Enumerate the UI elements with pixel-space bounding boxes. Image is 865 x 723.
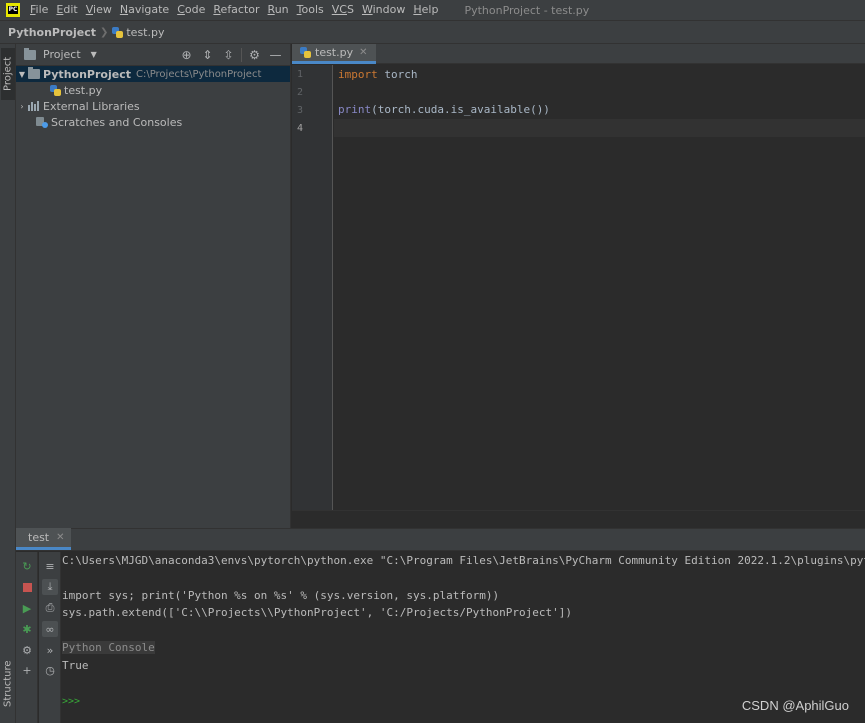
menu-refactor[interactable]: Refactor: [209, 0, 263, 20]
close-icon[interactable]: ✕: [359, 47, 367, 58]
tree-item-label: External Libraries: [43, 99, 140, 113]
tool-tab-project[interactable]: Project: [1, 48, 15, 100]
breadcrumb: PythonProject ❯ test.py: [0, 20, 865, 44]
code-line-1: import torch: [338, 68, 418, 81]
editor-tab-label: test.py: [315, 46, 354, 59]
run-icon[interactable]: ▶: [19, 600, 35, 616]
run-tool-window: test ✕ ↻ ▶ ✱ ⚙ + ≡ ⤓ ⎙ ∞ » ◷ C:\Users\MJ…: [16, 528, 865, 723]
project-tree: ▼ PythonProject C:\Projects\PythonProjec…: [16, 66, 290, 130]
run-toolbar-secondary: ≡ ⤓ ⎙ ∞ » ◷: [39, 552, 61, 723]
menu-edit[interactable]: Edit: [52, 0, 81, 20]
tool-tab-structure-label: Structure: [2, 660, 14, 708]
expand-all-icon[interactable]: ⇕: [197, 46, 218, 64]
window-title: PythonProject - test.py: [464, 3, 590, 17]
run-toolbar-primary: ↻ ▶ ✱ ⚙ +: [16, 552, 38, 723]
tree-item-project-root[interactable]: ▼ PythonProject C:\Projects\PythonProjec…: [16, 66, 290, 82]
toolbar-divider: [241, 47, 242, 62]
console-path-line: sys.path.extend(['C:\\Projects\\PythonPr…: [62, 606, 572, 619]
library-icon: [28, 101, 40, 111]
line-number: 1: [297, 69, 304, 80]
console-banner: Python Console: [62, 641, 155, 654]
chevron-right-icon[interactable]: ›: [16, 102, 28, 111]
menu-tools[interactable]: Tools: [293, 0, 328, 20]
hide-panel-icon[interactable]: —: [265, 46, 286, 64]
project-panel: Project ▼ ⊕ ⇕ ⇳ ⚙ — ▼ PythonProject C:\P…: [16, 44, 291, 528]
print-icon[interactable]: ⎙: [42, 600, 58, 616]
breadcrumb-project[interactable]: PythonProject: [8, 26, 96, 39]
line-number: 2: [297, 87, 304, 98]
add-icon[interactable]: +: [19, 662, 35, 678]
tree-item-label: test.py: [64, 83, 103, 97]
stop-icon[interactable]: [19, 579, 35, 595]
menu-help[interactable]: Help: [409, 0, 442, 20]
menu-window[interactable]: Window: [358, 0, 409, 20]
console-command-line: C:\Users\MJGD\anaconda3\envs\pytorch\pyt…: [62, 554, 865, 567]
run-tab-test[interactable]: test ✕: [16, 528, 71, 550]
execute-icon[interactable]: »: [42, 642, 58, 658]
left-tool-strip: Project Structure: [0, 44, 16, 723]
project-panel-tools: ⊕ ⇕ ⇳ ⚙ —: [176, 46, 290, 64]
console-result: True: [62, 659, 89, 672]
rerun-icon[interactable]: ↻: [19, 558, 35, 574]
console-prompt[interactable]: >>>: [62, 696, 80, 707]
menu-vcs[interactable]: VCS: [328, 0, 358, 20]
run-tab-label: test: [28, 531, 50, 544]
editor-breadcrumb-bar: [292, 510, 865, 528]
show-variables-icon[interactable]: ∞: [42, 621, 58, 637]
python-file-icon: [300, 47, 311, 58]
python-file-icon: [112, 26, 124, 38]
pycharm-logo-icon: PC: [6, 3, 20, 17]
gear-icon[interactable]: ⚙: [19, 642, 35, 658]
scroll-to-end-icon[interactable]: ⤓: [42, 579, 58, 595]
menu-run[interactable]: Run: [264, 0, 293, 20]
current-line-highlight: [334, 119, 865, 137]
debug-icon[interactable]: ✱: [19, 621, 35, 637]
breadcrumb-separator-icon: ❯: [99, 26, 109, 38]
chevron-down-icon[interactable]: ▼: [16, 70, 28, 79]
chevron-down-icon[interactable]: ▼: [91, 50, 97, 59]
line-number: 4: [297, 123, 304, 134]
code-text-area[interactable]: import torch print(torch.cuda.is_availab…: [334, 65, 865, 510]
gear-icon[interactable]: ⚙: [244, 46, 265, 64]
python-file-icon: [50, 84, 61, 96]
menu-view[interactable]: View: [82, 0, 116, 20]
project-panel-header: Project ▼ ⊕ ⇕ ⇳ ⚙ —: [16, 44, 290, 66]
menu-navigate[interactable]: Navigate: [116, 0, 173, 20]
project-view-selector[interactable]: Project: [43, 48, 81, 61]
run-tab-bar: test ✕: [16, 528, 865, 551]
scratches-icon: [36, 116, 48, 128]
collapse-all-icon[interactable]: ⇳: [218, 46, 239, 64]
tree-item-scratches[interactable]: Scratches and Consoles: [16, 114, 290, 130]
breadcrumb-file-label: test.py: [126, 25, 165, 39]
code-line-3: print(torch.cuda.is_available()): [338, 103, 550, 116]
tree-item-path: C:\Projects\PythonProject: [135, 68, 262, 80]
tree-item-label: Scratches and Consoles: [51, 115, 183, 129]
editor-tab-test-py[interactable]: test.py ✕: [292, 44, 376, 64]
folder-icon: [28, 67, 40, 79]
locate-file-icon[interactable]: ⊕: [176, 46, 197, 64]
tree-item-test-py[interactable]: test.py: [16, 82, 290, 98]
breadcrumb-file[interactable]: test.py: [112, 26, 164, 39]
tree-item-external-libraries[interactable]: › External Libraries: [16, 98, 290, 114]
soft-wrap-icon[interactable]: ≡: [42, 558, 58, 574]
console-import-line: import sys; print('Python %s on %s' % (s…: [62, 589, 500, 602]
line-number-gutter: 1 2 3 4: [292, 65, 333, 510]
close-icon[interactable]: ✕: [56, 532, 64, 543]
history-icon[interactable]: ◷: [42, 662, 58, 678]
watermark: CSDN @AphilGuo: [741, 698, 849, 713]
menu-code[interactable]: Code: [173, 0, 209, 20]
line-number: 3: [297, 105, 304, 116]
project-view-icon: [24, 47, 36, 60]
menu-file[interactable]: File: [26, 0, 52, 20]
code-editor: test.py ✕ 1 2 3 4 import torch print(tor…: [292, 44, 865, 528]
menu-bar: PC File Edit View Navigate Code Refactor…: [0, 0, 865, 20]
tree-item-label: PythonProject: [43, 67, 131, 81]
tool-tab-project-label: Project: [2, 56, 14, 92]
editor-tab-bar: test.py ✕: [292, 44, 865, 64]
tool-tab-structure[interactable]: Structure: [1, 648, 15, 720]
